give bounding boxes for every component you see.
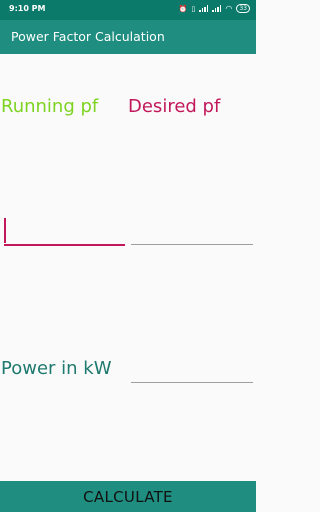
- app-title: Power Factor Calculation: [11, 29, 165, 44]
- text-cursor: [4, 218, 6, 243]
- running-pf-input[interactable]: [4, 244, 125, 246]
- status-icons: ⏰ ▯ ◠ 33: [179, 4, 250, 13]
- alarm-icon: ⏰: [178, 4, 188, 13]
- vibrate-icon: ▯: [191, 4, 196, 13]
- power-kw-label: Power in kW: [1, 358, 112, 379]
- desired-pf-label: Desired pf: [128, 96, 221, 117]
- power-kw-input[interactable]: [131, 382, 253, 383]
- status-bar: 9:10 PM ⏰ ▯ ◠ 33: [0, 0, 256, 20]
- running-pf-label: Running pf: [1, 96, 99, 117]
- calculate-button[interactable]: CALCULATE: [0, 481, 256, 512]
- status-time: 9:10 PM: [9, 4, 46, 13]
- app-bar: Power Factor Calculation: [0, 20, 256, 54]
- signal-icon-2: [212, 5, 222, 12]
- signal-icon: [199, 5, 209, 12]
- wifi-icon: ◠: [225, 4, 233, 13]
- battery-icon: 33: [236, 4, 250, 13]
- desired-pf-input[interactable]: [131, 244, 253, 245]
